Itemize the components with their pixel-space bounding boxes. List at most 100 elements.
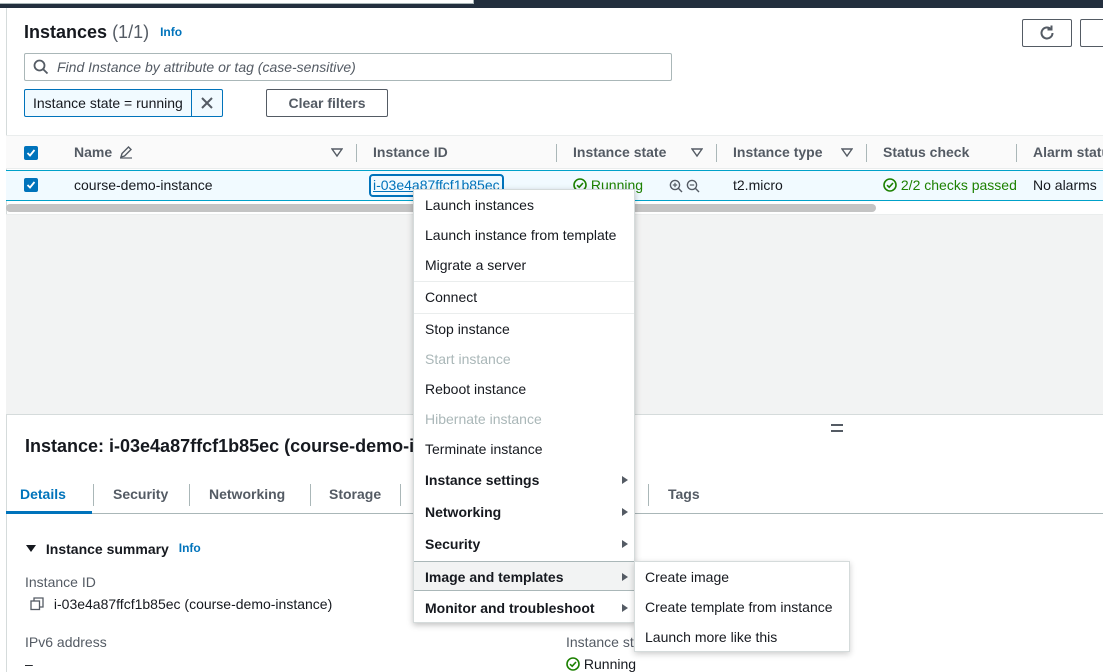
instance-state-value: Running — [566, 656, 636, 672]
submenu-arrow-icon — [622, 540, 628, 548]
refresh-icon — [1040, 25, 1054, 40]
submenu-item-create-template[interactable]: Create template from instance — [635, 592, 849, 622]
search-placeholder: Find Instance by attribute or tag (case-… — [57, 59, 356, 75]
tab-details[interactable]: Details — [6, 476, 92, 514]
sort-caret-icon[interactable] — [691, 148, 703, 158]
menu-item-reboot-instance[interactable]: Reboot instance — [414, 374, 634, 404]
copy-icon[interactable] — [30, 597, 44, 611]
instance-state-value-text: Running — [583, 656, 637, 672]
search-input[interactable]: Find Instance by attribute or tag (case-… — [24, 53, 672, 81]
submenu-item-launch-more-like-this[interactable]: Launch more like this — [635, 622, 849, 652]
tab-networking[interactable]: Networking — [209, 476, 285, 514]
filter-token: Instance state = running — [24, 89, 223, 117]
table-header: Name Instance ID Instance state Instance… — [6, 135, 1103, 169]
column-header-name[interactable]: Name — [74, 136, 133, 169]
summary-info-link[interactable]: Info — [179, 541, 201, 555]
menu-item-monitor-troubleshoot-label: Monitor and troubleshoot — [425, 600, 595, 616]
page-title: Instances (1/1) Info — [24, 22, 182, 43]
filter-token-label: Instance state = running — [25, 90, 192, 116]
cell-name: course-demo-instance — [74, 177, 213, 193]
tab-divider — [310, 484, 311, 506]
column-header-instance-state[interactable]: Instance state — [573, 136, 666, 169]
submenu-arrow-icon — [622, 604, 628, 612]
sort-caret-icon[interactable] — [841, 148, 853, 158]
instance-summary-title: Instance summary — [45, 541, 169, 557]
tab-tags[interactable]: Tags — [668, 476, 700, 514]
close-icon — [201, 97, 213, 109]
tab-storage[interactable]: Storage — [329, 476, 381, 514]
status-check-text: 2/2 checks passed — [900, 177, 1017, 193]
menu-item-security[interactable]: Security — [414, 529, 634, 559]
column-divider[interactable] — [556, 144, 557, 162]
menu-item-terminate-instance[interactable]: Terminate instance — [414, 434, 634, 464]
instance-actions-menu: Launch instances Launch instance from te… — [413, 189, 635, 623]
caret-down-icon — [26, 545, 36, 552]
browser-tab-edge — [0, 0, 474, 4]
zoom-in-icon[interactable] — [669, 179, 683, 193]
tab-security[interactable]: Security — [113, 476, 168, 514]
tab-divider — [93, 484, 94, 506]
menu-item-monitor-troubleshoot[interactable]: Monitor and troubleshoot — [414, 593, 634, 623]
instance-id-value: i-03e4a87ffcf1b85ec (course-demo-instanc… — [30, 596, 332, 612]
top-nav-bar — [0, 0, 1103, 8]
menu-item-start-instance: Start instance — [425, 351, 511, 367]
menu-item-instance-settings-label: Instance settings — [425, 472, 540, 488]
clear-filters-button[interactable]: Clear filters — [266, 89, 388, 117]
menu-item-stop-instance[interactable]: Stop instance — [414, 314, 634, 344]
page-title-text: Instances — [24, 22, 108, 42]
menu-item-hibernate-instance: Hibernate instance — [425, 411, 542, 427]
tab-divider — [648, 484, 649, 506]
actions-button[interactable] — [1080, 19, 1103, 47]
refresh-button[interactable] — [1022, 19, 1072, 47]
select-all-checkbox[interactable] — [24, 146, 38, 160]
check-icon — [26, 181, 36, 189]
menu-item-launch-from-template[interactable]: Launch instance from template — [414, 220, 634, 250]
column-header-instance-type[interactable]: Instance type — [733, 136, 822, 169]
column-header-status-check[interactable]: Status check — [883, 136, 969, 169]
split-panel-drag-handle[interactable] — [831, 424, 843, 432]
menu-item-networking-label: Networking — [425, 504, 502, 520]
menu-item-image-and-templates[interactable]: Image and templates — [414, 561, 634, 591]
edit-icon — [120, 146, 133, 159]
check-icon — [26, 149, 36, 157]
zoom-out-icon[interactable] — [686, 179, 700, 193]
column-header-instance-id[interactable]: Instance ID — [373, 136, 448, 169]
cell-alarm-status: No alarms — [1033, 177, 1097, 193]
column-divider[interactable] — [1016, 144, 1017, 162]
submenu-arrow-icon — [622, 573, 628, 581]
instance-summary-header[interactable]: Instance summary Info — [25, 541, 201, 557]
status-ok-icon — [566, 657, 580, 671]
column-divider[interactable] — [866, 144, 867, 162]
menu-item-migrate-server[interactable]: Migrate a server — [414, 250, 634, 280]
menu-item-image-and-templates-label: Image and templates — [425, 569, 564, 585]
menu-item-networking[interactable]: Networking — [414, 497, 634, 527]
ipv6-label: IPv6 address — [25, 634, 107, 650]
instance-detail-title: Instance: i-03e4a87ffcf1b85ec (course-de… — [25, 436, 415, 456]
submenu-arrow-icon — [622, 508, 628, 516]
row-checkbox[interactable] — [24, 178, 38, 192]
column-divider[interactable] — [716, 144, 717, 162]
column-divider[interactable] — [356, 144, 357, 162]
menu-item-security-label: Security — [425, 536, 481, 552]
ipv6-value: – — [25, 656, 33, 672]
column-header-name-label: Name — [74, 144, 113, 160]
status-ok-icon — [883, 178, 897, 192]
info-link[interactable]: Info — [160, 25, 182, 39]
tab-divider — [400, 484, 401, 506]
instance-id-label: Instance ID — [25, 574, 96, 590]
image-templates-submenu: Create image Create template from instan… — [634, 561, 850, 652]
menu-item-launch-instances[interactable]: Launch instances — [414, 190, 634, 220]
tab-divider — [189, 484, 190, 506]
cell-status-check: 2/2 checks passed — [883, 171, 1017, 200]
submenu-item-create-image[interactable]: Create image — [635, 562, 849, 592]
menu-item-connect[interactable]: Connect — [414, 282, 634, 312]
instance-count: (1/1) — [112, 22, 150, 42]
instance-state-label: Instance st — [566, 634, 634, 650]
column-header-alarm-status[interactable]: Alarm statu — [1033, 136, 1103, 169]
remove-filter-button[interactable] — [192, 90, 222, 116]
submenu-arrow-icon — [622, 476, 628, 484]
search-icon — [33, 59, 49, 75]
menu-item-instance-settings[interactable]: Instance settings — [414, 465, 634, 495]
cell-instance-type: t2.micro — [733, 177, 783, 193]
sort-caret-icon[interactable] — [331, 148, 343, 158]
